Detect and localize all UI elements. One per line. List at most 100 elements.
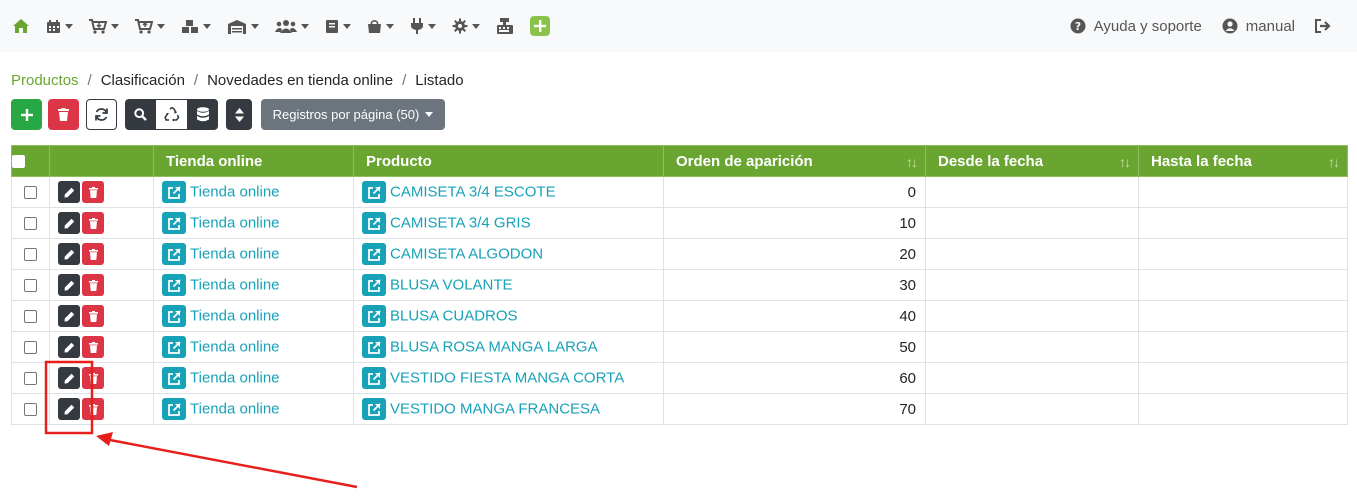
- sort-arrows-icon[interactable]: ↑↓: [906, 154, 918, 170]
- external-link-icon[interactable]: [162, 336, 186, 358]
- plugins-menu[interactable]: [410, 18, 436, 34]
- quick-add-button[interactable]: [530, 16, 550, 36]
- row-actions: [49, 207, 154, 239]
- pencil-icon: [64, 187, 74, 197]
- external-link-icon[interactable]: [362, 243, 386, 265]
- store-link[interactable]: Tienda online: [190, 370, 280, 387]
- sort-arrows-icon[interactable]: ↑↓: [1119, 154, 1131, 170]
- store-link[interactable]: Tienda online: [190, 246, 280, 263]
- product-link[interactable]: BLUSA CUADROS: [390, 308, 518, 325]
- edit-button[interactable]: [58, 274, 80, 296]
- date-from-cell: [925, 331, 1139, 363]
- edit-button[interactable]: [58, 212, 80, 234]
- external-link-icon[interactable]: [162, 274, 186, 296]
- product-link[interactable]: CAMISETA 3/4 GRIS: [390, 215, 531, 232]
- sort-arrows-icon[interactable]: ↑↓: [1328, 154, 1340, 170]
- edit-button[interactable]: [58, 181, 80, 203]
- sign-out-icon: [1315, 19, 1331, 33]
- store-cell: Tienda online: [153, 207, 354, 239]
- edit-button[interactable]: [58, 398, 80, 420]
- row-delete-button[interactable]: [82, 243, 104, 265]
- product-link[interactable]: CAMISETA ALGODON: [390, 246, 543, 263]
- row-delete-button[interactable]: [82, 336, 104, 358]
- stores-menu[interactable]: [227, 19, 259, 34]
- date-to-cell: [1138, 176, 1348, 208]
- row-checkbox[interactable]: [24, 341, 37, 355]
- store-link[interactable]: Tienda online: [190, 184, 280, 201]
- row-actions: [49, 331, 154, 363]
- external-link-icon[interactable]: [362, 367, 386, 389]
- delete-button[interactable]: [48, 99, 79, 130]
- column-header-hasta[interactable]: Hasta la fecha ↑↓: [1138, 145, 1348, 177]
- external-link-icon[interactable]: [162, 212, 186, 234]
- breadcrumb-productos[interactable]: Productos: [11, 72, 79, 89]
- product-link[interactable]: CAMISETA 3/4 ESCOTE: [390, 184, 556, 201]
- edit-button[interactable]: [58, 336, 80, 358]
- column-header-orden[interactable]: Orden de aparición ↑↓: [663, 145, 926, 177]
- column-header-producto[interactable]: Producto: [353, 145, 664, 177]
- shop-menu[interactable]: [367, 19, 394, 34]
- product-link[interactable]: VESTIDO FIESTA MANGA CORTA: [390, 370, 624, 387]
- row-checkbox[interactable]: [24, 372, 37, 386]
- product-link[interactable]: BLUSA ROSA MANGA LARGA: [390, 339, 598, 356]
- purchases-menu[interactable]: [89, 18, 119, 34]
- product-link[interactable]: VESTIDO MANGA FRANCESA: [390, 401, 600, 418]
- column-header-tienda[interactable]: Tienda online: [153, 145, 354, 177]
- store-link[interactable]: Tienda online: [190, 277, 280, 294]
- column-header-desde[interactable]: Desde la fecha ↑↓: [925, 145, 1139, 177]
- user-link[interactable]: manual: [1222, 18, 1295, 35]
- contacts-menu[interactable]: [275, 19, 309, 34]
- store-link[interactable]: Tienda online: [190, 215, 280, 232]
- external-link-icon[interactable]: [362, 398, 386, 420]
- refresh-button[interactable]: [86, 99, 117, 130]
- external-link-icon[interactable]: [362, 336, 386, 358]
- external-link-icon[interactable]: [162, 305, 186, 327]
- row-checkbox[interactable]: [24, 217, 37, 231]
- edit-button[interactable]: [58, 367, 80, 389]
- search-button[interactable]: [125, 99, 156, 130]
- sort-button[interactable]: [226, 99, 252, 130]
- admin-menu[interactable]: [452, 18, 480, 34]
- row-delete-button[interactable]: [82, 367, 104, 389]
- row-checkbox[interactable]: [24, 248, 37, 262]
- pos-button[interactable]: [496, 18, 514, 34]
- sales-menu[interactable]: [135, 18, 165, 34]
- store-link[interactable]: Tienda online: [190, 308, 280, 325]
- date-from-cell: [925, 238, 1139, 270]
- row-select-cell: [11, 331, 50, 363]
- product-link[interactable]: BLUSA VOLANTE: [390, 277, 513, 294]
- external-link-icon[interactable]: [162, 398, 186, 420]
- row-delete-button[interactable]: [82, 305, 104, 327]
- external-link-icon[interactable]: [362, 305, 386, 327]
- external-link-icon[interactable]: [162, 367, 186, 389]
- accounting-menu[interactable]: [325, 19, 351, 34]
- row-checkbox[interactable]: [24, 186, 37, 200]
- external-link-icon[interactable]: [362, 181, 386, 203]
- row-checkbox[interactable]: [24, 310, 37, 324]
- filter-button-group: [125, 99, 218, 130]
- select-all-checkbox[interactable]: [12, 155, 25, 169]
- add-button[interactable]: [11, 99, 42, 130]
- database-button[interactable]: [187, 99, 218, 130]
- row-delete-button[interactable]: [82, 212, 104, 234]
- external-link-icon[interactable]: [162, 181, 186, 203]
- external-link-icon[interactable]: [362, 274, 386, 296]
- row-checkbox[interactable]: [24, 403, 37, 417]
- help-link[interactable]: ? Ayuda y soporte: [1070, 18, 1202, 35]
- calendar-menu[interactable]: [46, 19, 73, 34]
- row-delete-button[interactable]: [82, 274, 104, 296]
- store-link[interactable]: Tienda online: [190, 339, 280, 356]
- edit-button[interactable]: [58, 305, 80, 327]
- edit-button[interactable]: [58, 243, 80, 265]
- recycle-button[interactable]: [156, 99, 187, 130]
- row-checkbox[interactable]: [24, 279, 37, 293]
- warehouse-menu[interactable]: [181, 19, 211, 34]
- row-delete-button[interactable]: [82, 181, 104, 203]
- store-link[interactable]: Tienda online: [190, 401, 280, 418]
- home-icon[interactable]: [12, 18, 30, 34]
- page-size-dropdown[interactable]: Registros por página (50): [261, 99, 445, 130]
- row-delete-button[interactable]: [82, 398, 104, 420]
- logout-button[interactable]: [1315, 19, 1339, 33]
- external-link-icon[interactable]: [362, 212, 386, 234]
- external-link-icon[interactable]: [162, 243, 186, 265]
